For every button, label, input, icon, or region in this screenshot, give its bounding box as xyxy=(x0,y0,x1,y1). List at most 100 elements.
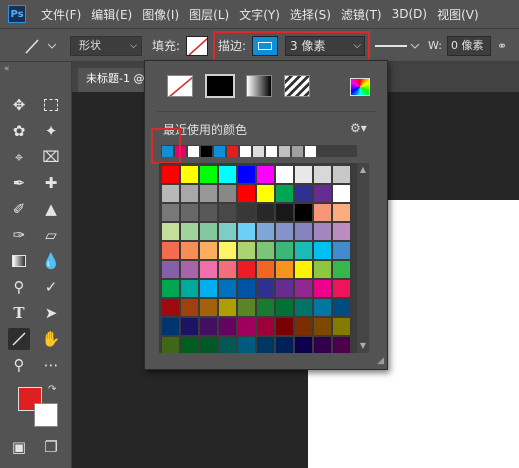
recent-color-swatch[interactable] xyxy=(214,146,225,157)
color-swatch[interactable] xyxy=(200,261,217,278)
menu-edit[interactable]: 编辑(E) xyxy=(86,6,137,23)
color-swatch[interactable] xyxy=(314,280,331,297)
solid-color-button[interactable] xyxy=(205,74,235,98)
color-swatch[interactable] xyxy=(295,242,312,259)
color-swatch[interactable] xyxy=(162,318,179,335)
recent-color-swatch[interactable] xyxy=(305,146,316,157)
color-swatch[interactable] xyxy=(238,242,255,259)
color-swatch[interactable] xyxy=(238,261,255,278)
menu-image[interactable]: 图像(I) xyxy=(137,6,184,23)
color-swatch[interactable] xyxy=(276,261,293,278)
color-swatch[interactable] xyxy=(181,204,198,221)
resize-grip-icon[interactable]: ◢ xyxy=(377,356,384,366)
color-swatch[interactable] xyxy=(257,242,274,259)
color-swatch[interactable] xyxy=(276,223,293,240)
color-swatch[interactable] xyxy=(333,185,350,202)
clone-stamp-icon[interactable]: ▲ xyxy=(40,198,62,220)
color-swatch[interactable] xyxy=(219,185,236,202)
color-swatch[interactable] xyxy=(257,261,274,278)
color-swatch[interactable] xyxy=(257,204,274,221)
color-swatch[interactable] xyxy=(276,166,293,183)
color-swatch[interactable] xyxy=(200,185,217,202)
scroll-down-icon[interactable]: ▼ xyxy=(358,341,368,351)
swap-colors-icon[interactable]: ↷ xyxy=(48,384,56,395)
recent-color-swatch[interactable] xyxy=(188,146,199,157)
color-swatch[interactable] xyxy=(295,166,312,183)
recent-color-swatch[interactable] xyxy=(279,146,290,157)
color-swatch[interactable] xyxy=(162,337,179,353)
color-swatch[interactable] xyxy=(181,242,198,259)
recent-color-swatch[interactable] xyxy=(227,146,238,157)
lasso-icon[interactable]: ✿ xyxy=(8,120,30,142)
color-swatch[interactable] xyxy=(333,280,350,297)
color-swatch[interactable] xyxy=(295,299,312,316)
color-swatch[interactable] xyxy=(200,318,217,335)
color-swatch[interactable] xyxy=(162,223,179,240)
fill-swatch[interactable] xyxy=(186,36,208,56)
color-swatch[interactable] xyxy=(181,166,198,183)
color-swatch[interactable] xyxy=(200,242,217,259)
color-swatch[interactable] xyxy=(314,299,331,316)
brush-icon[interactable]: ✐ xyxy=(8,198,30,220)
color-swatch[interactable] xyxy=(257,185,274,202)
color-swatch[interactable] xyxy=(200,204,217,221)
color-swatch[interactable] xyxy=(314,185,331,202)
document-tab[interactable]: 未标题-1 @ xyxy=(78,68,148,92)
width-input[interactable]: 0 像素 xyxy=(447,36,491,56)
line-icon[interactable] xyxy=(8,328,30,350)
color-swatch[interactable] xyxy=(200,337,217,353)
eyedropper-icon[interactable]: ✒ xyxy=(8,172,30,194)
color-swatch[interactable] xyxy=(295,185,312,202)
stroke-type-select[interactable] xyxy=(373,36,423,56)
menu-3d[interactable]: 3D(D) xyxy=(387,7,432,21)
color-swatch[interactable] xyxy=(162,166,179,183)
tool-preset-picker[interactable] xyxy=(22,36,62,56)
color-swatch[interactable] xyxy=(238,299,255,316)
color-swatch[interactable] xyxy=(276,242,293,259)
dodge-icon[interactable]: ⚲ xyxy=(8,276,30,298)
color-swatch[interactable] xyxy=(181,337,198,353)
color-swatch[interactable] xyxy=(219,280,236,297)
scroll-up-icon[interactable]: ▲ xyxy=(358,165,368,175)
color-swatch[interactable] xyxy=(314,337,331,353)
color-swatch[interactable] xyxy=(238,223,255,240)
color-swatch[interactable] xyxy=(295,261,312,278)
crop-icon[interactable]: ⌖ xyxy=(8,146,30,168)
move-icon[interactable]: ✥ xyxy=(8,94,30,116)
color-swatch[interactable] xyxy=(219,261,236,278)
magic-wand-icon[interactable]: ✦ xyxy=(40,120,62,142)
stroke-swatch[interactable] xyxy=(252,36,278,56)
color-swatch[interactable] xyxy=(333,337,350,353)
color-swatch[interactable] xyxy=(295,318,312,335)
recent-color-swatch[interactable] xyxy=(266,146,277,157)
color-swatch[interactable] xyxy=(238,204,255,221)
color-swatch[interactable] xyxy=(333,261,350,278)
color-swatch[interactable] xyxy=(200,223,217,240)
color-swatch[interactable] xyxy=(181,223,198,240)
blur-icon[interactable]: 💧 xyxy=(40,250,62,272)
color-swatch[interactable] xyxy=(333,242,350,259)
color-swatch[interactable] xyxy=(238,166,255,183)
history-brush-icon[interactable]: ✑ xyxy=(8,224,30,246)
color-swatch[interactable] xyxy=(295,280,312,297)
color-swatch[interactable] xyxy=(238,318,255,335)
marquee-icon[interactable] xyxy=(40,94,62,116)
eraser-icon[interactable]: ▱ xyxy=(40,224,62,246)
color-swatch[interactable] xyxy=(162,242,179,259)
color-swatch[interactable] xyxy=(314,166,331,183)
color-swatch[interactable] xyxy=(238,185,255,202)
menu-filter[interactable]: 滤镜(T) xyxy=(336,6,387,23)
color-swatch[interactable] xyxy=(162,280,179,297)
shape-mode-select[interactable]: 形状 ⌵ xyxy=(70,36,142,56)
color-swatch[interactable] xyxy=(200,166,217,183)
color-swatch[interactable] xyxy=(219,299,236,316)
color-swatch[interactable] xyxy=(181,299,198,316)
color-swatch[interactable] xyxy=(276,280,293,297)
stroke-width-select[interactable]: 3 像素 ⌵ xyxy=(285,36,365,56)
color-swatch[interactable] xyxy=(276,337,293,353)
color-picker-icon[interactable] xyxy=(350,78,370,96)
quick-mask-icon[interactable]: ▣ xyxy=(8,436,30,458)
menu-file[interactable]: 文件(F) xyxy=(36,6,86,23)
pattern-button[interactable] xyxy=(284,75,310,97)
recent-color-swatch[interactable] xyxy=(253,146,264,157)
